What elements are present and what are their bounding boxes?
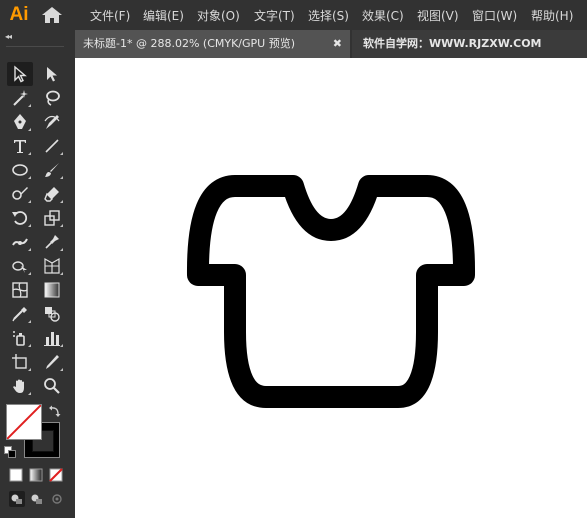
tab-site[interactable]: 软件自学网：WWW.RJZXW.COM (352, 30, 587, 58)
menu-select[interactable]: 选择(S) (308, 7, 349, 24)
tab-document-title: 未标题-1* @ 288.02% (CMYK/GPU 预览) (83, 37, 295, 50)
app-logo: Ai (9, 4, 29, 25)
rotate-tool-icon[interactable] (7, 206, 33, 230)
scale-tool-icon[interactable] (39, 206, 65, 230)
hand-tool-icon[interactable] (7, 374, 33, 398)
curvature-tool-icon[interactable] (39, 110, 65, 134)
eyedropper-tool-icon[interactable] (7, 302, 33, 326)
menu-bar: Ai 文件(F) 编辑(E) 对象(O) 文字(T) 选择(S) 效果(C) 视… (0, 0, 587, 30)
column-graph-tool-icon[interactable] (39, 326, 65, 350)
menu-object[interactable]: 对象(O) (197, 7, 240, 24)
menu-file[interactable]: 文件(F) (90, 7, 130, 24)
symbol-sprayer-tool-icon[interactable] (7, 326, 33, 350)
direct-selection-tool-icon[interactable] (39, 62, 65, 86)
gradient-mode-icon[interactable] (29, 468, 43, 482)
menu-effect[interactable]: 效果(C) (362, 7, 404, 24)
blend-tool-icon[interactable] (39, 302, 65, 326)
collapse-panel-button[interactable]: ◂◂ (5, 32, 12, 41)
artboard-canvas[interactable] (75, 58, 587, 518)
menu-window[interactable]: 窗口(W) (472, 7, 517, 24)
close-icon[interactable]: ✖ (333, 30, 342, 58)
shape-builder-tool-icon[interactable] (7, 254, 33, 278)
swap-fill-stroke-icon[interactable] (48, 404, 62, 418)
menu-view[interactable]: 视图(V) (417, 7, 459, 24)
color-mode-icon[interactable] (9, 468, 23, 482)
artboard-tool-icon[interactable] (7, 350, 33, 374)
puppet-warp-tool-icon[interactable] (39, 230, 65, 254)
pen-tool-icon[interactable] (7, 110, 33, 134)
width-tool-icon[interactable] (7, 230, 33, 254)
zoom-tool-icon[interactable] (39, 374, 65, 398)
magic-wand-tool-icon[interactable] (7, 86, 33, 110)
draw-behind-icon[interactable] (28, 490, 46, 508)
home-icon[interactable] (41, 6, 63, 24)
panel-grip[interactable] (6, 46, 64, 53)
draw-inside-icon[interactable] (48, 490, 66, 508)
slice-tool-icon[interactable] (39, 350, 65, 374)
tab-document[interactable]: 未标题-1* @ 288.02% (CMYK/GPU 预览) ✖ (75, 30, 350, 58)
none-mode-icon[interactable] (49, 468, 63, 482)
lasso-tool-icon[interactable] (39, 86, 65, 110)
menu-edit[interactable]: 编辑(E) (143, 7, 184, 24)
mesh-tool-icon[interactable] (7, 278, 33, 302)
type-tool-icon[interactable] (7, 134, 33, 158)
perspective-grid-tool-icon[interactable] (39, 254, 65, 278)
draw-normal-icon[interactable] (8, 490, 26, 508)
tab-site-title: 软件自学网：WWW.RJZXW.COM (363, 37, 542, 50)
t-shirt-icon[interactable] (75, 58, 587, 518)
selection-tool-icon[interactable] (7, 62, 33, 86)
line-segment-tool-icon[interactable] (39, 134, 65, 158)
menu-type[interactable]: 文字(T) (254, 7, 295, 24)
eraser-tool-icon[interactable] (39, 182, 65, 206)
paintbrush-tool-icon[interactable] (39, 158, 65, 182)
ellipse-tool-icon[interactable] (7, 158, 33, 182)
gradient-tool-icon[interactable] (39, 278, 65, 302)
menu-help[interactable]: 帮助(H) (531, 7, 573, 24)
shaper-tool-icon[interactable] (7, 182, 33, 206)
fill-color-swatch[interactable] (6, 404, 42, 440)
default-fill-stroke-icon[interactable] (4, 446, 16, 458)
